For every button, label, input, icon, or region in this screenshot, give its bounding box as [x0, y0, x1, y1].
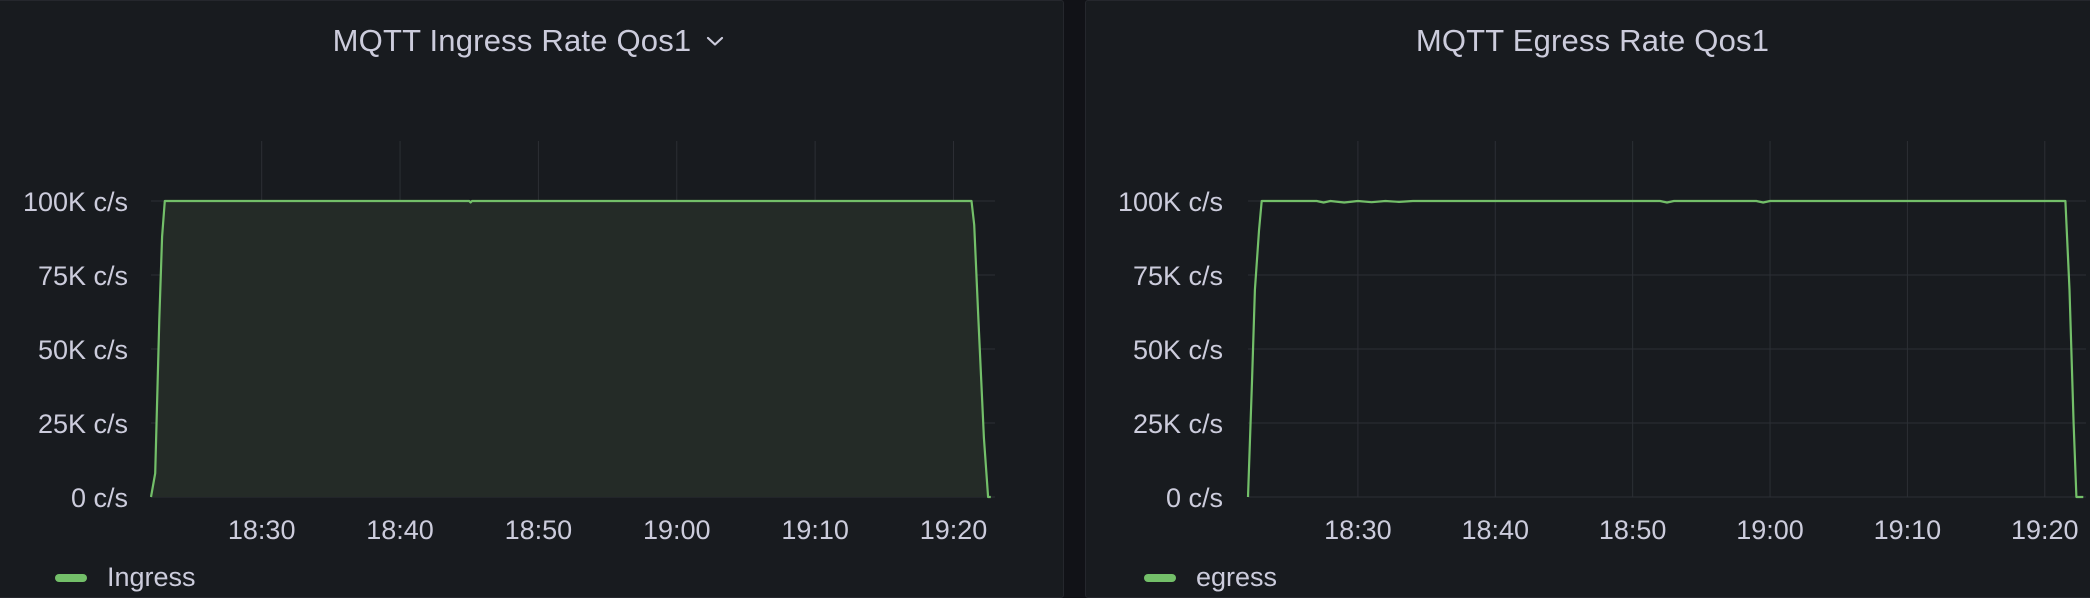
x-tick-label: 18:30: [1324, 515, 1392, 545]
y-tick-label: 100K c/s: [1118, 187, 1223, 217]
ingress-chart[interactable]: 0 c/s 25K c/s 50K c/s 75K c/s 100K c/s 18:30 1…: [0, 1, 1064, 598]
x-tick-label: 18:30: [228, 515, 296, 545]
y-tick-label: 50K c/s: [1133, 335, 1223, 365]
y-tick-label: 75K c/s: [38, 261, 128, 291]
egress-chart[interactable]: 0 c/s 25K c/s 50K c/s 75K c/s 100K c/s 18:30 1…: [1086, 1, 2090, 598]
y-tick-label: 50K c/s: [38, 335, 128, 365]
series-area: [151, 201, 991, 497]
legend[interactable]: egress: [1144, 562, 1277, 593]
legend-label[interactable]: Ingress: [107, 562, 196, 593]
legend[interactable]: Ingress: [55, 562, 196, 593]
y-tick-label: 0 c/s: [1166, 483, 1223, 513]
y-tick-label: 25K c/s: [38, 409, 128, 439]
y-tick-label: 0 c/s: [71, 483, 128, 513]
x-tick-label: 18:40: [366, 515, 434, 545]
panel-egress-rate: MQTT Egress Rate Qos1 0 c/s 25K c/s 50K c/…: [1085, 0, 2090, 598]
x-tick-label: 18:40: [1461, 515, 1529, 545]
panel-ingress-rate: MQTT Ingress Rate Qos1 0 c/s 25K c/s 50K c…: [0, 0, 1064, 598]
x-tick-label: 18:50: [505, 515, 573, 545]
dashboard: MQTT Ingress Rate Qos1 0 c/s 25K c/s 50K c…: [0, 0, 2090, 598]
legend-swatch: [55, 573, 87, 582]
x-tick-label: 19:10: [1874, 515, 1942, 545]
y-tick-label: 25K c/s: [1133, 409, 1223, 439]
legend-label[interactable]: egress: [1196, 562, 1277, 593]
x-tick-label: 18:50: [1599, 515, 1667, 545]
x-tick-label: 19:20: [2011, 515, 2079, 545]
legend-swatch: [1144, 573, 1176, 582]
y-tick-label: 75K c/s: [1133, 261, 1223, 291]
x-tick-label: 19:20: [920, 515, 988, 545]
x-tick-label: 19:00: [643, 515, 711, 545]
x-tick-label: 19:00: [1736, 515, 1804, 545]
y-tick-label: 100K c/s: [23, 187, 128, 217]
x-tick-label: 19:10: [781, 515, 849, 545]
